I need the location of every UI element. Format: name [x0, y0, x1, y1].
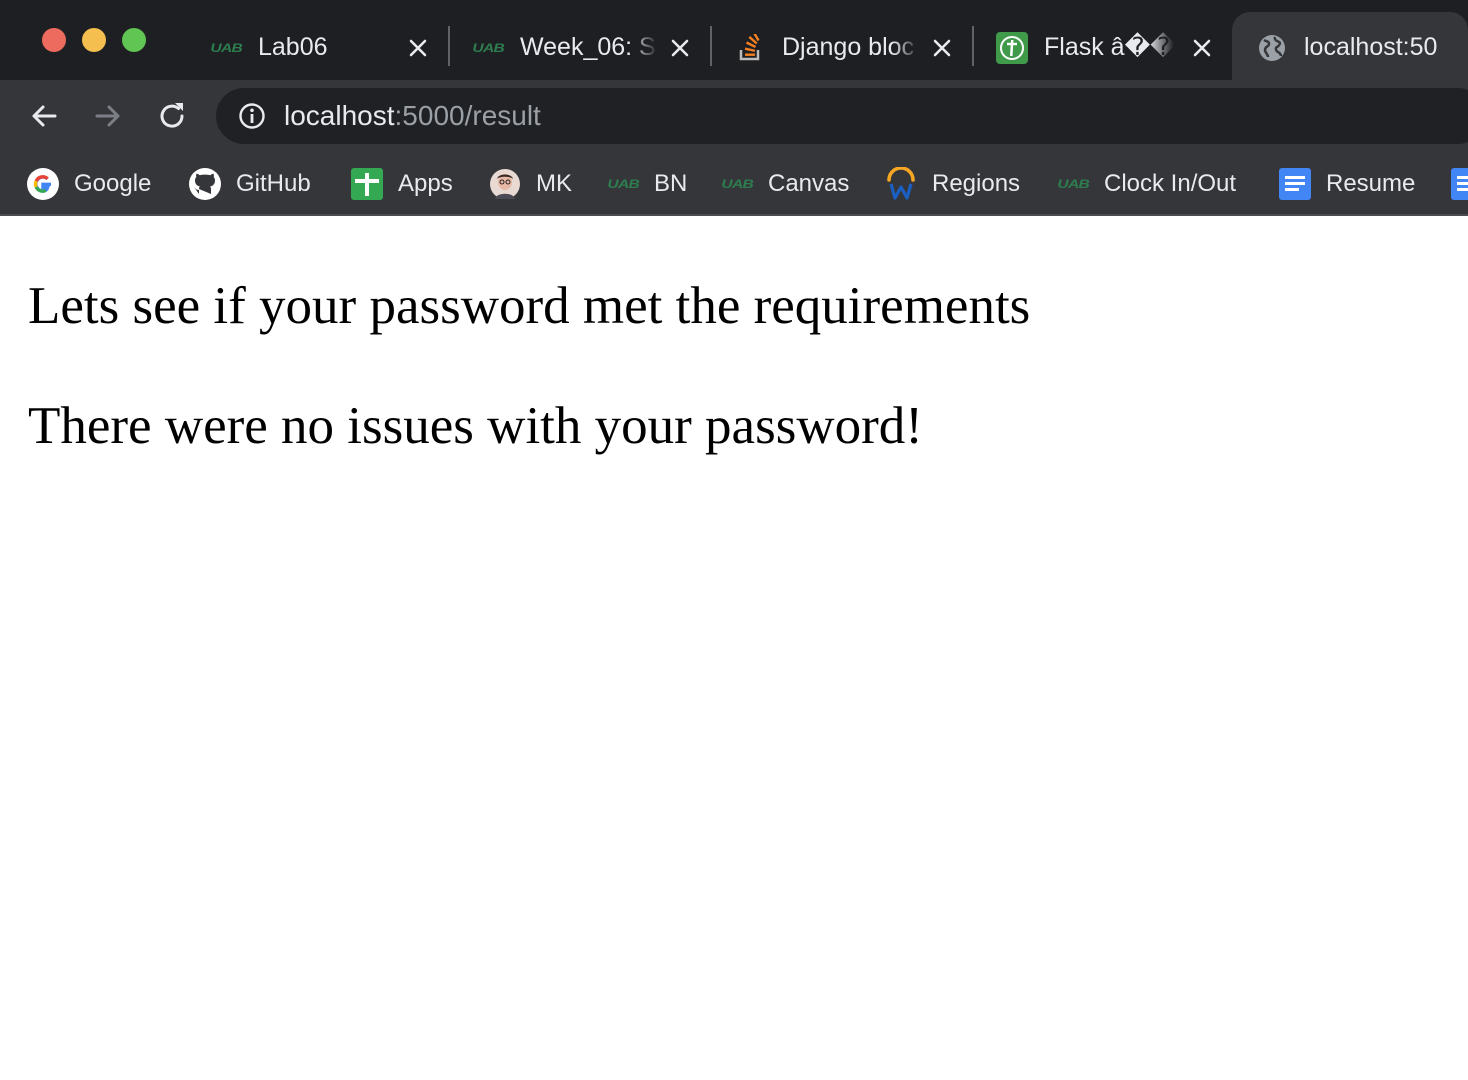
window-minimize-button[interactable] — [82, 28, 106, 52]
bookmark-label: Resume — [1326, 170, 1416, 197]
docs-icon — [1450, 167, 1468, 201]
tab-flask[interactable]: Flask â�� — [996, 12, 1218, 80]
url-host: localhost — [284, 100, 395, 131]
bookmark-label: Google — [74, 170, 152, 197]
tab-title: Week_06: S — [520, 33, 656, 61]
window-close-button[interactable] — [42, 28, 66, 52]
tab-close-icon[interactable] — [402, 32, 434, 64]
tab-title: Flask â�� — [1044, 33, 1174, 61]
bookmark-label: BN — [654, 170, 688, 197]
tab-close-icon[interactable] — [1186, 32, 1218, 64]
tab-django[interactable]: Django bloc — [734, 12, 966, 80]
tab-separator — [710, 26, 712, 66]
tab-lab06[interactable]: UAB Lab06 — [210, 12, 442, 80]
tab-strip: UAB Lab06 UAB Week_06: S Django bloc Fla… — [0, 0, 1468, 80]
bookmark-github[interactable]: GitHub — [188, 164, 311, 204]
bookmark-bn[interactable]: UAB BN — [606, 164, 687, 204]
bookmarks-bar: Google GitHub Apps MK UAB BN UAB Canvas … — [0, 152, 1468, 216]
bookmark-label: Apps — [398, 170, 453, 197]
forward-button[interactable] — [90, 98, 126, 134]
tab-close-icon[interactable] — [926, 32, 958, 64]
uab-logo-icon: UAB — [721, 177, 753, 191]
window-zoom-button[interactable] — [122, 28, 146, 52]
tab-separator — [972, 26, 974, 66]
bookmark-regions[interactable]: Regions — [884, 164, 1020, 204]
reload-icon — [160, 103, 184, 128]
bookmark-label: Canvas — [768, 170, 850, 197]
page-heading-requirements: Lets see if your password met the requir… — [28, 277, 1031, 335]
uab-logo-icon: UAB — [210, 41, 242, 55]
forward-arrow-icon — [95, 105, 120, 127]
address-bar[interactable]: localhost:5000/result — [216, 88, 1468, 144]
bookmark-clock-in-out[interactable]: UAB Clock In/Out — [1056, 164, 1236, 204]
tab-week06[interactable]: UAB Week_06: S — [472, 12, 704, 80]
google-icon — [26, 167, 60, 201]
bookmark-label: Clock In/Out — [1104, 170, 1237, 197]
url-text[interactable]: localhost:5000/result — [284, 98, 541, 134]
reload-button[interactable] — [154, 98, 190, 134]
tab-title: localhost:50 — [1304, 33, 1438, 61]
docs-icon — [1278, 167, 1312, 201]
flask-icon — [996, 32, 1028, 64]
workday-icon — [884, 167, 918, 201]
uab-logo-icon: UAB — [472, 41, 504, 55]
bookmark-label: GitHub — [236, 170, 311, 197]
tab-title: Django bloc — [782, 33, 915, 61]
bookmark-mk[interactable]: MK — [488, 164, 572, 204]
back-arrow-icon — [32, 105, 57, 127]
bookmark-overflow[interactable] — [1450, 164, 1468, 204]
navigation-toolbar: localhost:5000/result — [0, 80, 1468, 152]
tab-title: Lab06 — [258, 33, 328, 61]
bookmark-label: MK — [536, 170, 572, 197]
bookmark-canvas[interactable]: UAB Canvas — [720, 164, 849, 204]
uab-logo-icon: UAB — [1057, 177, 1089, 191]
bookmark-resume[interactable]: Resume — [1278, 164, 1415, 204]
tab-localhost[interactable]: localhost:50 — [1232, 12, 1468, 80]
bookmark-google[interactable]: Google — [26, 164, 151, 204]
uab-logo-icon: UAB — [607, 177, 639, 191]
globe-icon — [1256, 32, 1288, 64]
bookmark-label: Regions — [932, 170, 1021, 197]
url-path: :5000/result — [394, 100, 541, 131]
tab-separator — [448, 26, 450, 66]
avatar-icon — [488, 167, 522, 201]
page-heading-result: There were no issues with your password! — [28, 397, 923, 455]
tab-close-icon[interactable] — [664, 32, 696, 64]
github-icon — [188, 167, 222, 201]
back-button[interactable] — [26, 98, 62, 134]
page-content: Lets see if your password met the requir… — [0, 218, 1468, 1080]
apps-icon — [350, 167, 384, 201]
bookmark-apps[interactable]: Apps — [350, 164, 453, 204]
site-info-icon[interactable] — [238, 102, 266, 130]
stackoverflow-icon — [734, 32, 766, 64]
